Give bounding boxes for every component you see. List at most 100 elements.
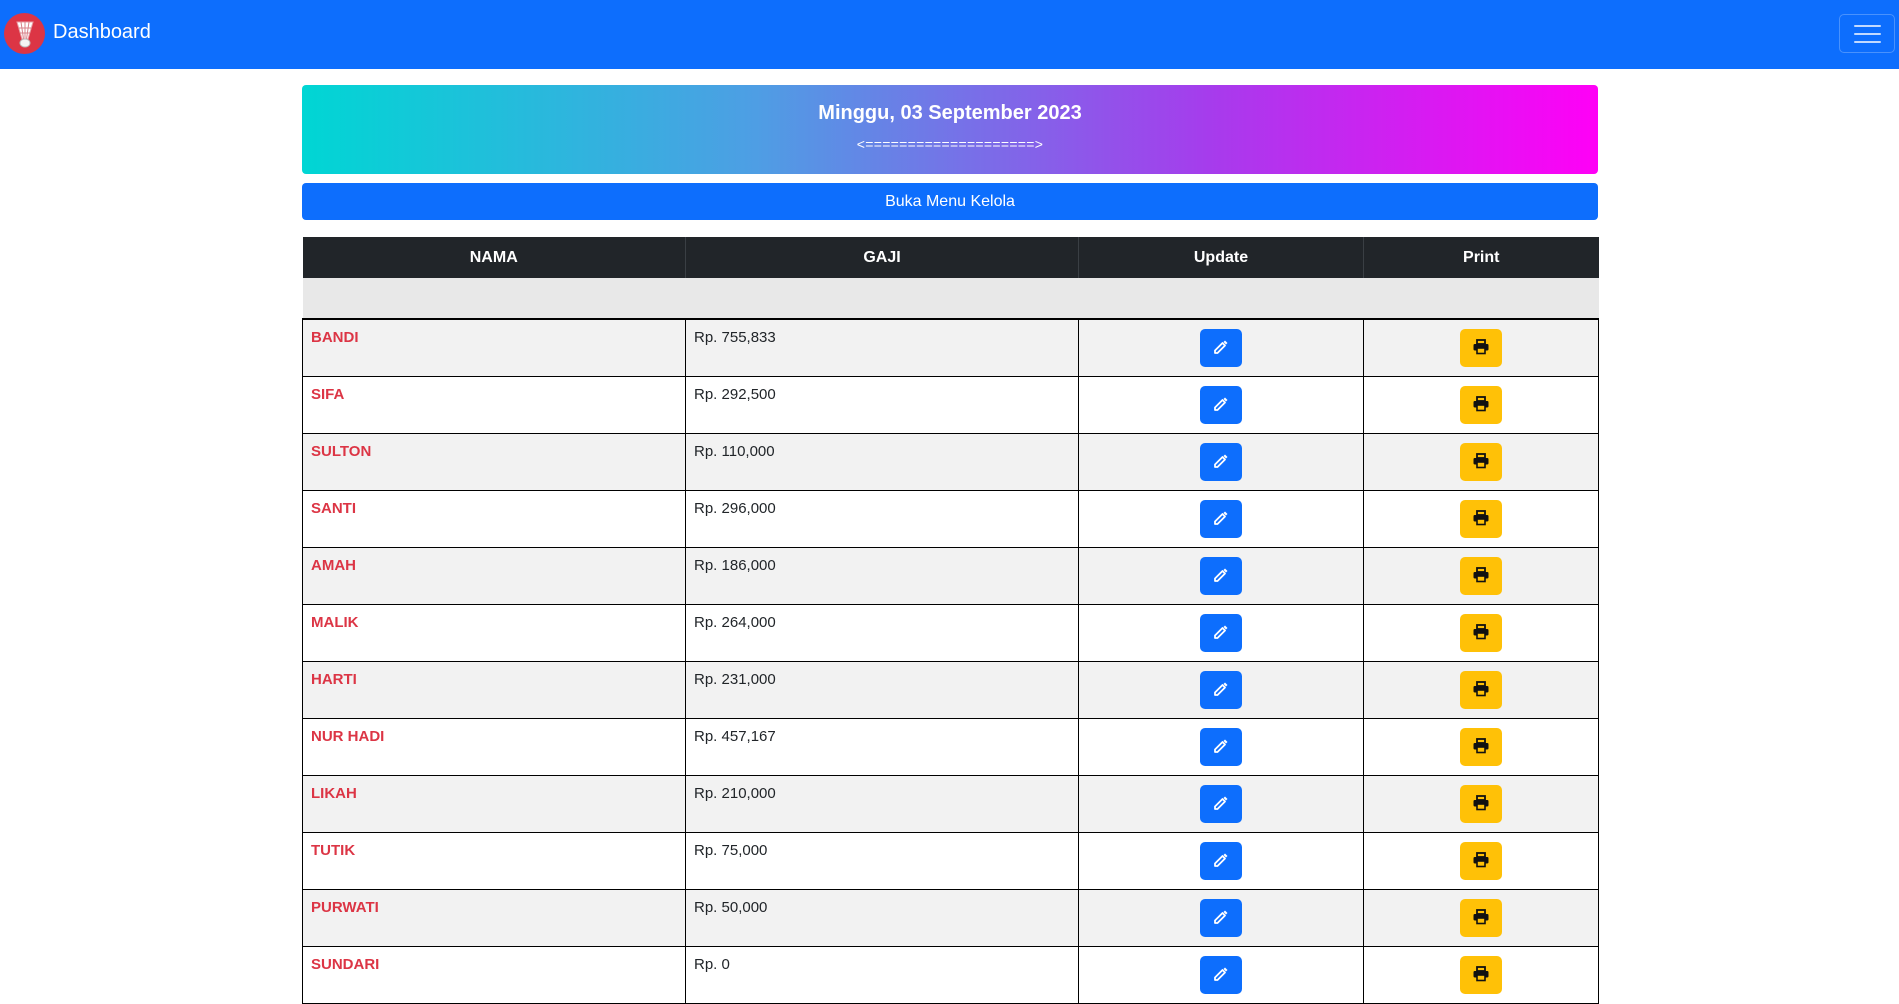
- update-button[interactable]: [1200, 329, 1242, 367]
- print-button[interactable]: [1460, 671, 1502, 709]
- printer-icon: [1472, 566, 1490, 586]
- printer-icon: [1472, 794, 1490, 814]
- table-row: AMAH Rp. 186,000: [302, 547, 1599, 605]
- employee-name: SUNDARI: [302, 946, 686, 1004]
- salary-table: NAMA GAJI Update Print BANDI Rp. 755,833 S…: [302, 237, 1599, 1004]
- employee-name: NUR HADI: [302, 718, 686, 776]
- table-row: NUR HADI Rp. 457,167: [302, 718, 1599, 776]
- update-button[interactable]: [1200, 728, 1242, 766]
- header-print: Print: [1463, 248, 1500, 266]
- table-row: SUNDARI Rp. 0: [302, 946, 1599, 1004]
- print-button[interactable]: [1460, 899, 1502, 937]
- employee-salary: Rp. 75,000: [685, 832, 1079, 890]
- print-button[interactable]: [1460, 500, 1502, 538]
- table-header: NAMA GAJI Update Print: [302, 237, 1599, 278]
- edit-icon: [1213, 852, 1229, 871]
- employee-salary: Rp. 231,000: [685, 661, 1079, 719]
- table-row: BANDI Rp. 755,833: [302, 318, 1599, 377]
- printer-icon: [1472, 680, 1490, 700]
- employee-name: LIKAH: [302, 775, 686, 833]
- hamburger-menu-button[interactable]: [1839, 14, 1895, 53]
- employee-name: SANTI: [302, 490, 686, 548]
- edit-icon: [1213, 966, 1229, 985]
- current-date: Minggu, 03 September 2023: [818, 102, 1082, 124]
- printer-icon: [1472, 338, 1490, 358]
- print-button[interactable]: [1460, 329, 1502, 367]
- employee-salary: Rp. 210,000: [685, 775, 1079, 833]
- brand-title[interactable]: Dashboard: [53, 0, 151, 69]
- printer-icon: [1472, 908, 1490, 928]
- print-button[interactable]: [1460, 842, 1502, 880]
- edit-icon: [1213, 624, 1229, 643]
- edit-icon: [1213, 396, 1229, 415]
- employee-salary: Rp. 264,000: [685, 604, 1079, 662]
- print-button[interactable]: [1460, 443, 1502, 481]
- date-banner: Minggu, 03 September 2023 <=============…: [302, 85, 1598, 174]
- employee-salary: Rp. 755,833: [685, 318, 1079, 377]
- update-button[interactable]: [1200, 557, 1242, 595]
- update-button[interactable]: [1200, 443, 1242, 481]
- edit-icon: [1213, 738, 1229, 757]
- employee-salary: Rp. 50,000: [685, 889, 1079, 947]
- printer-icon: [1472, 851, 1490, 871]
- navbar: Dashboard: [0, 0, 1899, 69]
- employee-name: SULTON: [302, 433, 686, 491]
- printer-icon: [1472, 395, 1490, 415]
- arrow-decoration: <====================>: [856, 136, 1044, 152]
- edit-icon: [1213, 795, 1229, 814]
- update-button[interactable]: [1200, 671, 1242, 709]
- shuttlecock-icon[interactable]: [4, 13, 45, 54]
- employee-salary: Rp. 296,000: [685, 490, 1079, 548]
- table-row: SIFA Rp. 292,500: [302, 376, 1599, 434]
- table-body: BANDI Rp. 755,833 SIFA Rp. 292,500 SULTON Rp.…: [302, 318, 1599, 1004]
- employee-salary: Rp. 110,000: [685, 433, 1079, 491]
- update-button[interactable]: [1200, 785, 1242, 823]
- employee-salary: Rp. 186,000: [685, 547, 1079, 605]
- print-button[interactable]: [1460, 956, 1502, 994]
- open-manage-menu-button[interactable]: Buka Menu Kelola: [302, 183, 1598, 220]
- printer-icon: [1472, 965, 1490, 985]
- update-button[interactable]: [1200, 956, 1242, 994]
- table-row: TUTIK Rp. 75,000: [302, 832, 1599, 890]
- update-button[interactable]: [1200, 386, 1242, 424]
- update-button[interactable]: [1200, 842, 1242, 880]
- edit-icon: [1213, 567, 1229, 586]
- printer-icon: [1472, 452, 1490, 472]
- edit-icon: [1213, 681, 1229, 700]
- print-button[interactable]: [1460, 614, 1502, 652]
- update-button[interactable]: [1200, 500, 1242, 538]
- print-button[interactable]: [1460, 557, 1502, 595]
- employee-salary: Rp. 0: [685, 946, 1079, 1004]
- print-button[interactable]: [1460, 386, 1502, 424]
- update-button[interactable]: [1200, 899, 1242, 937]
- employee-name: HARTI: [302, 661, 686, 719]
- table-row: MALIK Rp. 264,000: [302, 604, 1599, 662]
- employee-salary: Rp. 292,500: [685, 376, 1079, 434]
- header-nama: NAMA: [302, 237, 686, 278]
- employee-name: BANDI: [302, 318, 686, 377]
- employee-name: AMAH: [302, 547, 686, 605]
- update-button[interactable]: [1200, 614, 1242, 652]
- table-row: LIKAH Rp. 210,000: [302, 775, 1599, 833]
- edit-icon: [1213, 909, 1229, 928]
- table-row: SULTON Rp. 110,000: [302, 433, 1599, 491]
- hamburger-icon: [1853, 24, 1881, 27]
- printer-icon: [1472, 509, 1490, 529]
- employee-name: TUTIK: [302, 832, 686, 890]
- employee-name: SIFA: [302, 376, 686, 434]
- printer-icon: [1472, 623, 1490, 643]
- table-row: PURWATI Rp. 50,000: [302, 889, 1599, 947]
- employee-name: MALIK: [302, 604, 686, 662]
- header-update: Update: [1078, 237, 1364, 278]
- edit-icon: [1213, 453, 1229, 472]
- print-button[interactable]: [1460, 728, 1502, 766]
- table-row: HARTI Rp. 231,000: [302, 661, 1599, 719]
- employee-salary: Rp. 457,167: [685, 718, 1079, 776]
- employee-name: PURWATI: [302, 889, 686, 947]
- print-button[interactable]: [1460, 785, 1502, 823]
- edit-icon: [1213, 510, 1229, 529]
- edit-icon: [1213, 339, 1229, 358]
- table-row: SANTI Rp. 296,000: [302, 490, 1599, 548]
- printer-icon: [1472, 737, 1490, 757]
- header-gaji: GAJI: [685, 237, 1079, 278]
